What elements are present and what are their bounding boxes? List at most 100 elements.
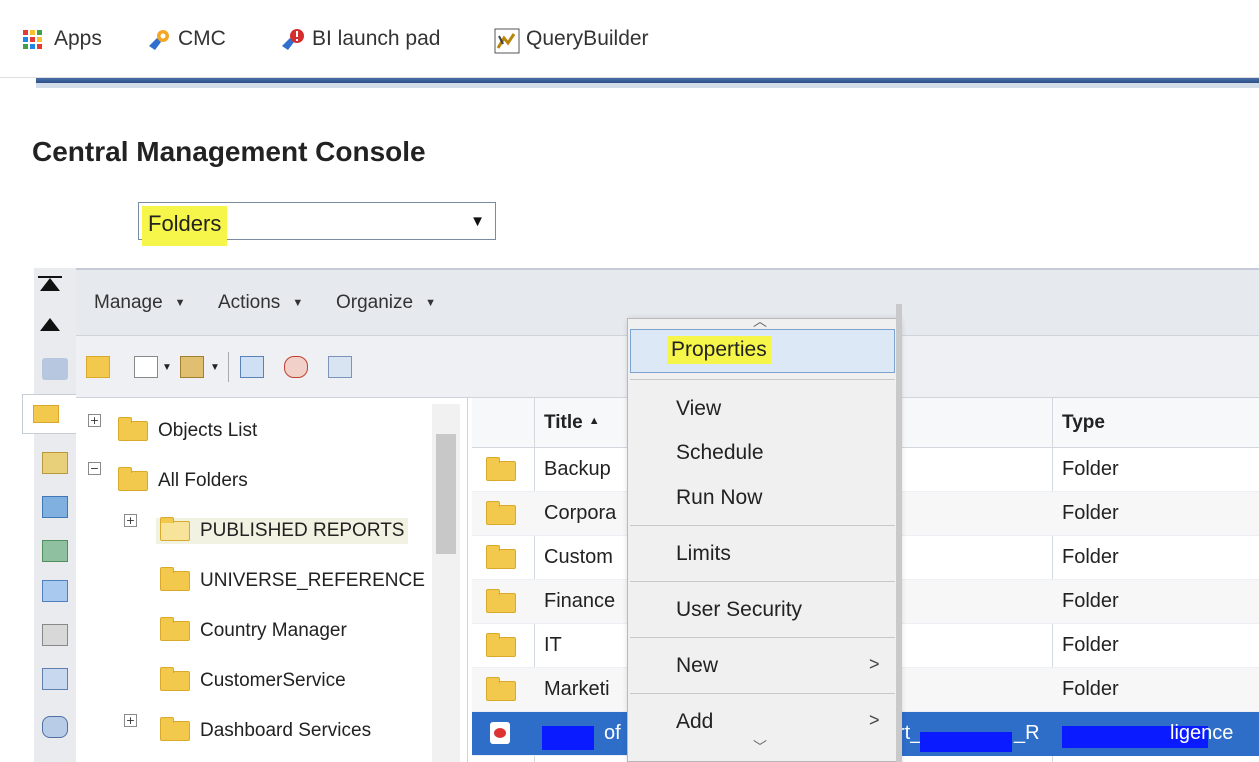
context-item-schedule[interactable]: Schedule: [676, 441, 764, 465]
folder-icon: [118, 417, 148, 441]
menu-separator: [630, 693, 895, 694]
inboxes-tab-icon[interactable]: [42, 540, 68, 562]
bookmark-bi-launch-pad-label: BI launch pad: [312, 27, 441, 50]
email-tab-icon[interactable]: [42, 668, 68, 690]
collapse-minus-icon[interactable]: −: [88, 462, 101, 475]
scroll-up-icon[interactable]: [40, 318, 60, 331]
scroll-down-chevron-icon[interactable]: ﹀: [753, 737, 767, 757]
header-rule-light: [36, 83, 1259, 88]
row-title-tail2: _R: [1014, 722, 1040, 744]
manage-menu[interactable]: Manage ▼: [94, 292, 186, 314]
context-item-user-security[interactable]: User Security: [676, 598, 802, 622]
manage-menu-label: Manage: [94, 292, 163, 313]
row-title: Finance: [544, 590, 616, 612]
bookmark-cmc[interactable]: CMC: [146, 24, 226, 54]
folder-icon: [160, 667, 190, 691]
scroll-up-chevron-icon[interactable]: ︿: [753, 311, 767, 331]
actions-menu-label: Actions: [218, 292, 281, 313]
tree-item-published-reports[interactable]: PUBLISHED REPORTS: [156, 517, 409, 544]
folder-icon: [486, 633, 516, 657]
tree-item-label: Dashboard Services: [200, 720, 372, 741]
folder-icon: [486, 677, 516, 701]
tree-scrollbar[interactable]: [432, 404, 460, 762]
context-item-view[interactable]: View: [676, 397, 721, 421]
folder-icon: [486, 501, 516, 525]
redacted-text: [542, 726, 594, 750]
column-header-type[interactable]: Type: [1062, 412, 1105, 434]
delete-warning-icon[interactable]: [328, 356, 352, 378]
personal-folders-tab-icon[interactable]: [42, 452, 68, 474]
collapse-up-icon[interactable]: [40, 278, 60, 291]
menu-separator: [630, 637, 895, 638]
row-type: ligence: [1170, 722, 1234, 744]
bookmarks-bar: Apps CMC BI launch pad QueryBuilder: [0, 0, 1259, 78]
bookmark-querybuilder-label: QueryBuilder: [526, 27, 649, 50]
tree-scrollbar-thumb[interactable]: [436, 434, 456, 554]
tree-item-objects-list[interactable]: Objects List: [118, 417, 258, 442]
bookmark-bi-launch-pad[interactable]: BI launch pad: [280, 24, 440, 54]
add-object-icon[interactable]: [180, 356, 204, 378]
tree-item-country-manager[interactable]: Country Manager: [160, 617, 347, 642]
apps-grid-icon: [22, 28, 44, 50]
tree-item-universe-reference[interactable]: UNIVERSE_REFERENCE: [160, 567, 425, 592]
context-item-new-label: New: [676, 654, 719, 677]
bookmark-querybuilder[interactable]: QueryBuilder: [494, 24, 649, 54]
context-item-new[interactable]: New >: [676, 654, 880, 678]
folder-icon: [160, 567, 190, 591]
folder-icon: [486, 589, 516, 613]
folder-icon: [160, 717, 190, 741]
menu-separator: [630, 525, 895, 526]
user-security-icon[interactable]: [284, 356, 308, 378]
caret-down-icon[interactable]: ▼: [210, 362, 220, 373]
expand-plus-icon[interactable]: +: [88, 414, 101, 427]
page-title: Central Management Console: [32, 136, 426, 167]
column-header-title[interactable]: Title ▲: [544, 412, 600, 434]
vertical-tab-bar: [22, 268, 78, 762]
servers-tab-icon[interactable]: [42, 716, 68, 738]
context-item-properties[interactable]: Properties: [630, 329, 895, 373]
new-folder-icon[interactable]: [86, 356, 110, 378]
querybuilder-icon: [494, 28, 520, 54]
new-object-icon[interactable]: [134, 356, 158, 378]
row-type: Folder: [1062, 546, 1119, 568]
row-type: Folder: [1062, 502, 1119, 524]
submenu-arrow-icon: >: [869, 654, 880, 674]
properties-icon[interactable]: [240, 356, 264, 378]
organize-menu-label: Organize: [336, 292, 414, 313]
context-item-run-now[interactable]: Run Now: [676, 486, 762, 510]
users-groups-tab-icon[interactable]: [42, 580, 68, 602]
categories-tab-icon[interactable]: [42, 496, 68, 518]
folder-tree: + Objects List − All Folders + PUBLISHED…: [76, 398, 468, 762]
row-title: of: [604, 722, 621, 744]
caret-down-icon: ▼: [292, 297, 304, 309]
tree-item-label: Objects List: [158, 420, 258, 441]
context-item-limits[interactable]: Limits: [676, 542, 731, 566]
access-levels-tab-icon[interactable]: [42, 624, 68, 646]
expand-plus-icon[interactable]: +: [124, 514, 137, 527]
tree-item-label: CustomerService: [200, 670, 346, 691]
menu-separator: [630, 379, 895, 380]
selected-row-tail[interactable]: rt_ _R ligence: [898, 712, 1259, 756]
folder-icon: [486, 457, 516, 481]
tree-item-all-folders[interactable]: All Folders: [118, 467, 248, 492]
folder-open-icon: [160, 517, 190, 541]
context-menu-scrollbar[interactable]: [896, 304, 902, 762]
organize-menu[interactable]: Organize ▼: [336, 292, 436, 314]
bookmark-apps[interactable]: Apps: [22, 24, 102, 54]
caret-down-icon[interactable]: ▼: [162, 362, 172, 373]
context-item-add[interactable]: Add >: [676, 710, 880, 734]
actions-menu[interactable]: Actions ▼: [218, 292, 303, 314]
row-title: IT: [544, 634, 562, 656]
tree-item-dashboard-services[interactable]: Dashboard Services: [160, 717, 372, 742]
submenu-arrow-icon: >: [869, 710, 880, 730]
tree-item-customerservice[interactable]: CustomerService: [160, 667, 346, 692]
expand-plus-icon[interactable]: +: [124, 714, 137, 727]
tree-item-label: UNIVERSE_REFERENCE: [200, 570, 425, 591]
home-tab-icon[interactable]: [42, 358, 68, 380]
area-select[interactable]: Folders ▼: [138, 202, 496, 246]
bi-launchpad-icon: [280, 28, 304, 50]
folders-tab[interactable]: [22, 394, 78, 434]
row-title: Backup: [544, 458, 611, 480]
cmc-icon: [146, 28, 169, 50]
row-title: Custom: [544, 546, 613, 568]
